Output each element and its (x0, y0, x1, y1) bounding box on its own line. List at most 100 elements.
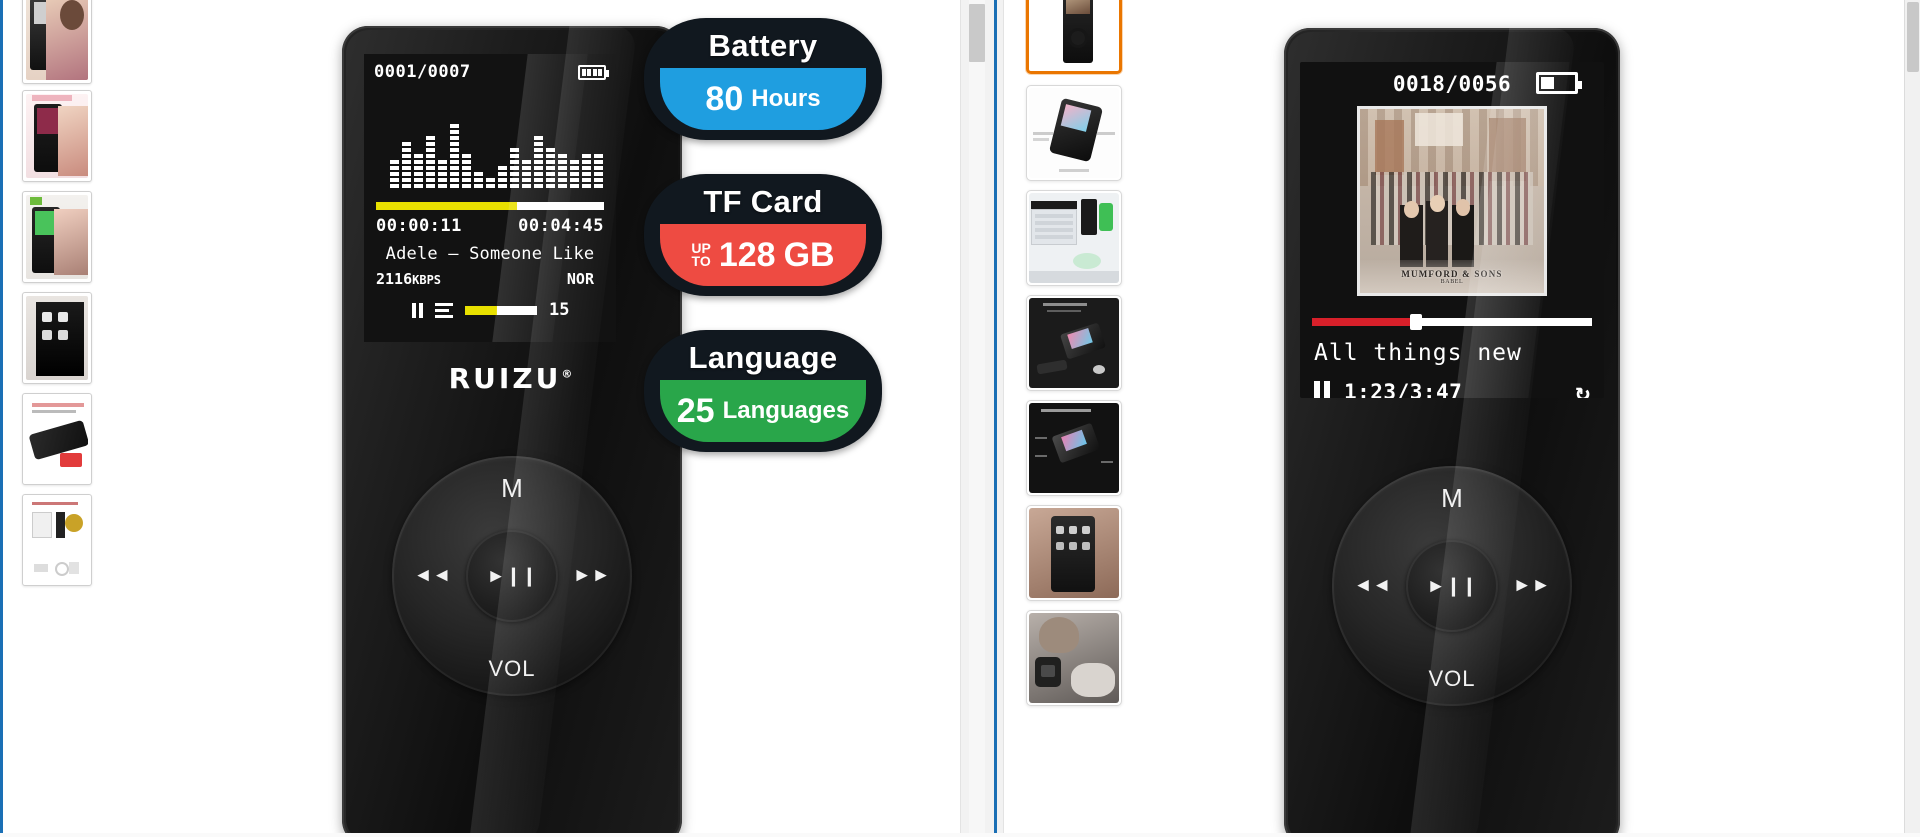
time-row: 00:00:11 00:04:45 (376, 216, 604, 236)
ruizu-mp3-player-album-view: 0018/0056 MUMFORD & SONS BABEL All thing… (1284, 28, 1620, 837)
badge-unit: Hours (751, 85, 821, 112)
badge-title: Language (688, 340, 838, 375)
list-item[interactable] (22, 90, 92, 182)
badge-title: TF Card (703, 184, 823, 219)
thumbnail-image (1029, 403, 1119, 493)
volume-button[interactable]: VOL (488, 656, 535, 682)
screen-control-row: 1:23/3:47 ↻ (1314, 378, 1590, 398)
battery-level-fill (1541, 77, 1555, 89)
gallery-page: 0001/0007 00:00:11 00:04:45 Adele – Some… (0, 0, 1920, 837)
thumbnail-image (26, 195, 88, 279)
shuffle-icon (435, 302, 453, 318)
equalizer-bar (558, 154, 567, 188)
now-playing-title: All things new (1314, 340, 1522, 366)
equalizer-bar (390, 160, 399, 188)
album-art: MUMFORD & SONS BABEL (1357, 106, 1547, 296)
equalizer-bar (510, 148, 519, 188)
product-thumbnail-strip-left (0, 0, 124, 837)
track-progress-fill (376, 202, 518, 210)
list-item[interactable] (22, 292, 92, 384)
eq-mode: NOR (566, 270, 594, 288)
previous-track-icon[interactable]: ◄◄ (1354, 575, 1392, 597)
thumbnail-image (1029, 88, 1119, 178)
volume-bar[interactable] (465, 305, 537, 315)
equalizer-bar (450, 124, 459, 188)
equalizer-bar (522, 160, 531, 188)
thumbnail-image (26, 498, 88, 582)
product-thumbnail-strip-right (1004, 0, 1144, 837)
album-art-caption: MUMFORD & SONS BABEL (1360, 269, 1544, 285)
equalizer-bar (474, 172, 483, 188)
battery-feature-badge: Battery 80 Hours (644, 18, 882, 140)
page-bottom-edge (0, 833, 1920, 837)
track-counter: 0018/0056 (1392, 72, 1512, 96)
album-art-subcaption: BABEL (1440, 279, 1464, 285)
tf-card-feature-badge: TF Card UP TO 128 GB (644, 174, 882, 296)
badge-title: Battery (708, 28, 818, 63)
list-item[interactable] (1026, 85, 1122, 181)
player-screen: 0001/0007 00:00:11 00:04:45 Adele – Some… (364, 54, 616, 342)
equalizer-bar (546, 148, 555, 188)
now-playing-title: Adele – Someone Like (385, 244, 595, 264)
list-item-selected[interactable] (1026, 0, 1122, 74)
feature-badge-list: Battery 80 Hours TF Card UP TO 128 GB Lan… (644, 18, 894, 486)
list-item[interactable] (22, 0, 92, 84)
track-progress-bar[interactable] (1312, 314, 1592, 330)
menu-button[interactable]: M (501, 473, 523, 504)
time-display: 1:23/3:47 (1344, 380, 1463, 398)
previous-track-icon[interactable]: ◄◄ (414, 565, 452, 587)
track-progress-bar[interactable] (376, 202, 604, 210)
badge-prefix: UP TO (691, 239, 711, 269)
play-pause-icon: ►❙❙ (1426, 575, 1478, 597)
list-item[interactable] (1026, 505, 1122, 601)
track-progress-fill (1312, 318, 1416, 326)
main-product-image-left: 0001/0007 00:00:11 00:04:45 Adele – Some… (124, 0, 960, 837)
registered-mark: ® (561, 367, 576, 381)
list-item[interactable] (1026, 295, 1122, 391)
pause-icon (1314, 381, 1330, 398)
screen-status-bar: 0001/0007 (374, 62, 609, 82)
list-item[interactable] (22, 494, 92, 586)
badge-value-panel: 25 Languages (660, 380, 866, 442)
volume-fill (465, 305, 498, 315)
elapsed-time: 00:00:11 (376, 216, 462, 236)
thumbnail-image (26, 397, 88, 481)
bitrate-value: 2116KBPS (376, 270, 442, 288)
scrollbar-track[interactable] (969, 0, 985, 837)
control-wheel[interactable]: M VOL ◄◄ ►► ►❙❙ (1332, 466, 1572, 706)
list-item[interactable] (1026, 610, 1122, 706)
battery-full-icon (578, 64, 609, 80)
next-track-icon[interactable]: ►► (573, 565, 611, 587)
badge-unit: Languages (722, 397, 850, 424)
list-item[interactable] (22, 393, 92, 485)
volume-level: 15 (549, 300, 570, 320)
thumbnail-image (26, 0, 88, 80)
scrollbar-thumb[interactable] (1907, 2, 1919, 72)
control-wheel[interactable]: M VOL ◄◄ ►► ►❙❙ (392, 456, 632, 696)
equalizer-bar (426, 136, 435, 188)
page-scrollbar[interactable] (1904, 0, 1920, 837)
track-counter: 0001/0007 (374, 62, 471, 82)
play-pause-button[interactable]: ►❙❙ (466, 530, 558, 622)
equalizer-bar (486, 178, 495, 188)
player-screen: 0018/0056 MUMFORD & SONS BABEL All thing… (1300, 62, 1604, 398)
list-item[interactable] (22, 191, 92, 283)
equalizer-bar (402, 142, 411, 188)
center-scrollbar[interactable] (960, 0, 1004, 837)
play-pause-button[interactable]: ►❙❙ (1406, 540, 1498, 632)
scrollbar-thumb[interactable] (969, 4, 985, 62)
progress-handle[interactable] (1409, 314, 1422, 330)
equalizer-bar (438, 160, 447, 188)
list-item[interactable] (1026, 190, 1122, 286)
badge-value-panel: 80 Hours (660, 68, 866, 130)
next-track-icon[interactable]: ►► (1513, 575, 1551, 597)
list-item[interactable] (1026, 400, 1122, 496)
left-blue-edge (0, 0, 3, 837)
equalizer-bar (414, 154, 423, 188)
main-product-image-right: 0018/0056 MUMFORD & SONS BABEL All thing… (1144, 0, 1920, 837)
volume-button[interactable]: VOL (1428, 666, 1475, 692)
panel-divider (994, 0, 997, 837)
ruizu-mp3-player-front: 0001/0007 00:00:11 00:04:45 Adele – Some… (342, 26, 682, 837)
menu-button[interactable]: M (1441, 483, 1463, 514)
thumbnail-image (26, 296, 88, 380)
